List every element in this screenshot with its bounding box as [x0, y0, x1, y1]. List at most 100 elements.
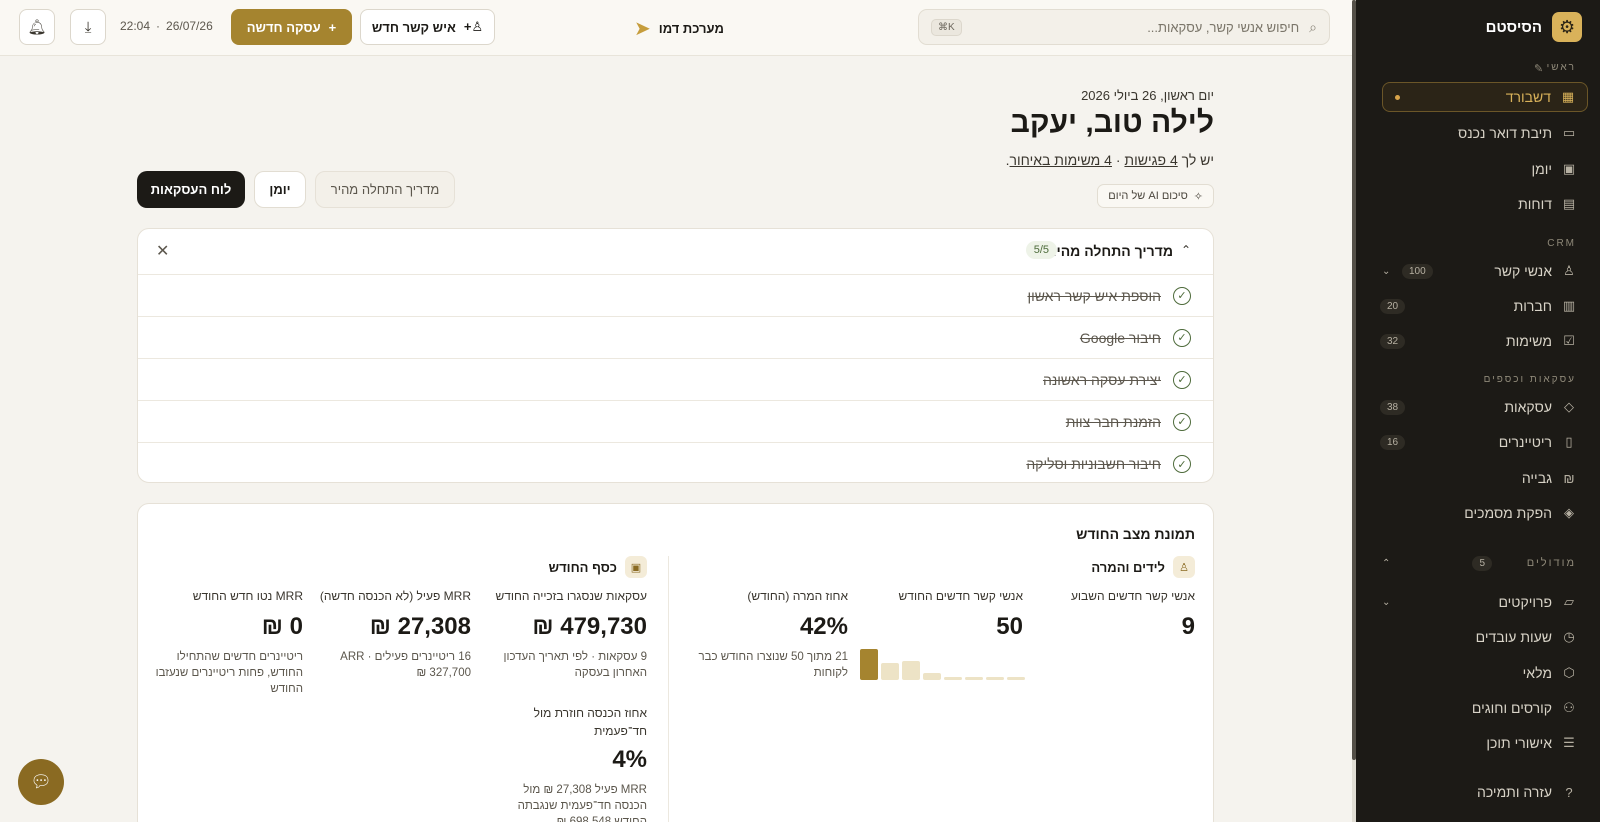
close-icon[interactable]: ✕ — [156, 241, 169, 261]
send-arrow-icon: ➤ — [634, 18, 651, 40]
sidebar-item-companies[interactable]: ▥ חברות 20 — [1380, 291, 1576, 321]
check-circle-icon: ✓ — [1173, 412, 1191, 431]
guide-step[interactable]: ✓ חיבור Google — [138, 317, 1213, 359]
sidebar-item-contacts[interactable]: ♙ אנשי קשר 100 ⌄ — [1380, 256, 1576, 286]
sidebar-item-collection[interactable]: ₪ גבייה — [1380, 463, 1576, 493]
notifications-button[interactable]: 🔔︎ — [19, 9, 55, 45]
retainers-count-badge: 16 — [1380, 434, 1406, 450]
chevron-up-icon[interactable]: ⌃ — [1181, 243, 1191, 257]
main-scrollbar-thumb[interactable] — [1352, 0, 1356, 760]
sidebar-item-tasks[interactable]: ☑ משימות 32 — [1380, 326, 1576, 356]
list-icon: ☰ — [1563, 735, 1575, 750]
search-input[interactable] — [971, 19, 1300, 35]
check-circle-icon: ✓ — [1173, 328, 1191, 347]
sidebar-item-content-approvals[interactable]: ☰ אישורי תוכן — [1380, 728, 1576, 758]
sidebar-item-inbox[interactable]: ▭ תיבת דואר נכנס — [1380, 118, 1576, 148]
metric-label: MRR נטו חדש החודש — [192, 589, 303, 603]
new-contact-button[interactable]: ♙+ איש קשר חדש — [360, 9, 495, 45]
chevron-down-icon[interactable]: ⌄ — [1382, 597, 1390, 608]
tab-quick-guide[interactable]: מדריך התחלה מהיר — [315, 171, 455, 208]
new-deal-button[interactable]: + עסקה חדשה — [231, 9, 352, 45]
document-icon: ▯ — [1565, 434, 1573, 449]
new-deal-label: עסקה חדשה — [246, 19, 321, 35]
metric-note: ריטיינרים חדשים שהתחילו החודש, פחות ריטי… — [155, 651, 303, 695]
guide-header[interactable]: ⌃ מדריך התחלה מהיר 5/5 ✕ — [138, 229, 1213, 275]
meetings-link[interactable]: 4 פגישות — [1124, 152, 1177, 168]
metric-label: עסקאות שנסגרו בזכייה החודש — [495, 589, 647, 603]
section-crm: CRM — [1547, 238, 1576, 249]
current-time: 22:04 — [120, 19, 151, 33]
metric-note: MRR פעיל 27,308 ₪ מול הכנסה חד־פעמית שנג… — [517, 784, 647, 822]
brand-title: הסיסטם — [1485, 18, 1542, 36]
guide-step-label: חיבור Google — [1079, 329, 1161, 346]
sidebar-item-calendar[interactable]: ▣ יומן — [1380, 154, 1576, 184]
sidebar-item-projects[interactable]: ▱ פרויקטים ⌄ — [1380, 587, 1576, 617]
topbar: ⌕ ⌘K מערכת דמו ➤ ♙+ איש קשר חדש + עסקה ח… — [0, 0, 1352, 56]
chat-button[interactable]: 💬︎ — [18, 759, 64, 805]
sidebar: ⚙ הסיסטם ראשי ✎ ▦ דשבורד ▭ תיבת דואר נכנ… — [1356, 0, 1600, 822]
search-box[interactable]: ⌕ ⌘K — [918, 9, 1330, 45]
guide-step[interactable]: ✓ הזמנת חבר צוות — [138, 401, 1213, 443]
sidebar-item-hours[interactable]: ◷ שעות עובדים — [1380, 622, 1576, 652]
guide-step[interactable]: ✓ הוספת איש קשר ראשון — [138, 275, 1213, 317]
calendar-icon: ▣ — [1562, 161, 1576, 176]
check-circle-icon: ✓ — [1173, 370, 1191, 389]
sidebar-item-reports[interactable]: ▤ דוחות — [1380, 189, 1576, 219]
user-plus-icon: ♙ — [1173, 556, 1195, 578]
sidebar-item-deals[interactable]: ◇ עסקאות 38 — [1380, 392, 1576, 422]
layers-icon: ◈ — [1564, 505, 1574, 520]
sidebar-item-retainers[interactable]: ▯ ריטיינרים 16 — [1380, 427, 1576, 457]
sidebar-item-label: מלאי — [1522, 665, 1552, 681]
metric-conversion: אחוז המרה (החודש) 42% 21 מתוך 50 שנוצרו … — [698, 589, 848, 681]
chevron-down-icon[interactable]: ⌄ — [1382, 266, 1390, 277]
ai-summary-label: סיכום AI של היום — [1108, 190, 1188, 202]
gear-logo-icon: ⚙ — [1552, 12, 1582, 42]
section-main: ראשי — [1546, 62, 1576, 73]
leads-group-header: ♙ לידים והמרה — [1091, 556, 1195, 578]
ai-summary-button[interactable]: ✧ סיכום AI של היום — [1097, 184, 1214, 208]
chevron-up-icon[interactable]: ⌃ — [1382, 558, 1390, 569]
group-divider — [668, 556, 669, 822]
modules-toggle[interactable]: מודולים 5 ⌃ — [1380, 548, 1576, 578]
datetime: 26/07/26 · 22:04 — [120, 19, 213, 33]
download-button[interactable]: ⤓ — [70, 9, 106, 45]
sidebar-item-label: יומן — [1531, 161, 1552, 177]
pencil-icon[interactable]: ✎ — [1534, 62, 1543, 75]
guide-step[interactable]: ✓ חיבור חשבוניות וסליקה — [138, 443, 1213, 482]
sidebar-item-help[interactable]: ? עזרה ותמיכה — [1380, 777, 1576, 807]
guide-step-label: יצירת עסקה ראשונה — [1042, 371, 1161, 388]
sidebar-item-inventory[interactable]: ⬡ מלאי — [1380, 658, 1576, 688]
sidebar-item-label: אנשי קשר — [1494, 263, 1552, 279]
overdue-tasks-link[interactable]: 4 משימות באיחור — [1010, 152, 1112, 168]
demo-indicator: מערכת דמו ➤ — [634, 16, 724, 41]
user-icon: ♙ — [1563, 263, 1575, 278]
sidebar-item-courses[interactable]: ⚇ קורסים וחוגים — [1380, 693, 1576, 723]
stopwatch-icon: ◷ — [1563, 629, 1575, 644]
tab-deal-board[interactable]: לוח העסקאות — [137, 171, 245, 208]
grid-icon: ▦ — [1561, 89, 1575, 104]
people-icon: ⚇ — [1563, 700, 1575, 715]
metric-note: 16 ריטיינרים פעילים · ARR 327,700 ₪ — [340, 651, 471, 679]
separator-dot: · — [1115, 152, 1121, 168]
tasks-count-badge: 32 — [1380, 333, 1406, 349]
guide-step-label: הוספת איש קשר ראשון — [1027, 287, 1161, 304]
metric-label: אנשי קשר חדשים השבוע — [1070, 589, 1195, 603]
metric-active-mrr: MRR פעיל (לא הכנסה חדשה) 27,308 ₪ 16 ריט… — [320, 589, 471, 681]
money-title: כסף החודש — [548, 559, 617, 575]
new-contact-label: איש קשר חדש — [371, 19, 456, 35]
shekel-icon: ₪ — [1563, 470, 1575, 486]
leads-title: לידים והמרה — [1091, 559, 1165, 575]
sidebar-item-label: קורסים וחוגים — [1471, 700, 1552, 716]
deals-count-badge: 38 — [1380, 399, 1406, 415]
sidebar-item-documents[interactable]: ◈ הפקת מסמכים — [1380, 498, 1576, 528]
guide-title: מדריך התחלה מהיר — [1048, 243, 1173, 259]
sidebar-item-label: ריטיינרים — [1498, 434, 1552, 450]
sidebar-item-dashboard[interactable]: ▦ דשבורד — [1382, 82, 1588, 112]
guide-step[interactable]: ✓ יצירת עסקה ראשונה — [138, 359, 1213, 401]
tab-calendar[interactable]: יומן — [254, 171, 306, 208]
brand[interactable]: ⚙ הסיסטם — [1486, 12, 1582, 42]
metric-value: 27,308 ₪ — [369, 613, 471, 640]
metric-value: 0 ₪ — [261, 613, 303, 640]
wallet-icon: ▣ — [625, 556, 647, 578]
metric-label: אחוז הכנסה חוזרת מול חד־פעמית — [533, 706, 647, 738]
